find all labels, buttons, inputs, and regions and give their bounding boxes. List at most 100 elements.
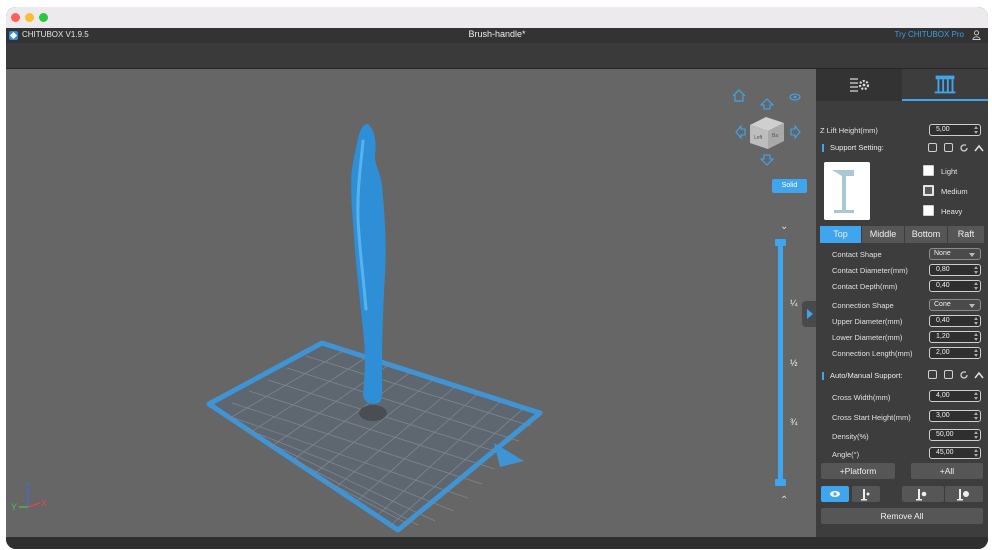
support-panel: Z Lift Height(mm) 5,00 Support Setting: …	[816, 69, 988, 547]
export-settings-icon[interactable]	[944, 143, 953, 152]
rotate-left-arrow[interactable]	[735, 124, 746, 140]
support-setting-header: Support Setting:	[822, 143, 884, 153]
support-tab-icon[interactable]	[902, 69, 988, 101]
plate-front-tab	[494, 443, 524, 467]
medium-density-label: Medium	[941, 187, 968, 196]
axis-gizmo: Z Y X	[11, 482, 47, 512]
show-supports-eye-icon[interactable]	[821, 486, 849, 502]
chevron-down-icon[interactable]: ⌄	[780, 221, 788, 232]
layer-slider-bottom-thumb[interactable]	[775, 479, 786, 486]
model-shadow	[359, 405, 387, 421]
collapse-auto-section-icon[interactable]	[974, 371, 984, 379]
spinner-icon[interactable]	[974, 392, 978, 400]
export-auto-settings-icon[interactable]	[944, 370, 953, 379]
cross-width-label: Cross Width(mm)	[832, 393, 891, 402]
user-icon[interactable]	[972, 30, 981, 40]
app-window: CHITUBOX V1.9.5 Brush-handle* Try CHITUB…	[6, 7, 988, 549]
rotate-up-arrow[interactable]	[759, 98, 775, 110]
connection-length-label: Connection Length(mm)	[832, 349, 913, 358]
cross-width-input[interactable]: 4,00	[929, 390, 981, 402]
heavy-density-checkbox[interactable]	[923, 205, 934, 216]
axis-x-label: X	[41, 498, 47, 508]
import-auto-settings-icon[interactable]	[928, 370, 937, 379]
tab-top[interactable]: Top	[820, 226, 861, 243]
mac-title-bar	[6, 7, 988, 28]
spinner-icon[interactable]	[974, 412, 978, 420]
spinner-icon[interactable]	[974, 349, 978, 357]
density-input[interactable]: 50,00	[929, 429, 981, 441]
panel-tab-bar	[816, 69, 988, 101]
rotate-right-arrow[interactable]	[790, 124, 801, 140]
tab-raft[interactable]: Raft	[948, 226, 984, 243]
axis-y-label: Y	[11, 502, 17, 512]
layer-slider-top-thumb[interactable]	[775, 239, 786, 246]
spinner-icon[interactable]	[974, 317, 978, 325]
minimize-window-button[interactable]	[25, 13, 34, 22]
settings-tab-icon[interactable]	[816, 69, 902, 101]
angle-label: Angle(°)	[832, 450, 860, 459]
reset-settings-icon[interactable]	[959, 143, 969, 153]
spinner-icon[interactable]	[974, 333, 978, 341]
connection-length-input[interactable]: 2,00	[929, 347, 981, 359]
connection-shape-select[interactable]: Cone	[929, 299, 981, 311]
contact-depth-label: Contact Depth(mm)	[832, 282, 898, 291]
z-lift-input[interactable]: 5,00	[929, 124, 981, 136]
3d-viewport[interactable]: Left Ba Solid ⌄ ¼ ½ ¾ ⌃ Z Y X	[6, 69, 816, 547]
solid-view-toggle[interactable]: Solid	[772, 179, 807, 193]
scene-canvas	[206, 123, 543, 533]
home-view-icon[interactable]	[732, 89, 746, 102]
tab-bottom[interactable]: Bottom	[905, 226, 947, 243]
upper-diameter-label: Upper Diameter(mm)	[832, 317, 903, 326]
add-all-support-button[interactable]: +All	[911, 463, 983, 479]
rotate-down-arrow[interactable]	[759, 154, 775, 166]
spinner-icon[interactable]	[974, 449, 978, 457]
spinner-icon[interactable]	[974, 266, 978, 274]
toolbar	[6, 43, 988, 69]
spinner-icon[interactable]	[974, 431, 978, 439]
density-label: Density(%)	[832, 432, 869, 441]
light-density-checkbox[interactable]	[923, 165, 934, 176]
layer-slider[interactable]: ⌄ ¼ ½ ¾ ⌃	[766, 217, 798, 512]
status-bar	[6, 537, 988, 549]
contact-shape-select[interactable]: None	[929, 248, 981, 260]
view-cube[interactable]: Left Ba	[724, 83, 814, 173]
medium-density-checkbox[interactable]	[923, 185, 934, 196]
collapse-section-icon[interactable]	[974, 144, 984, 152]
add-platform-support-button[interactable]: +Platform	[821, 463, 895, 479]
support-preview-image	[824, 162, 870, 220]
zoom-window-button[interactable]	[39, 13, 48, 22]
lower-diameter-input[interactable]: 1,20	[929, 331, 981, 343]
import-settings-icon[interactable]	[928, 143, 937, 152]
tab-middle[interactable]: Middle	[862, 226, 904, 243]
axis-z-label: Z	[25, 482, 31, 492]
angle-input[interactable]: 45,00	[929, 447, 981, 459]
light-support-pin-icon[interactable]	[852, 486, 880, 502]
collapse-panel-button[interactable]	[802, 301, 816, 327]
heavy-density-label: Heavy	[941, 207, 963, 216]
contact-diameter-label: Contact Diameter(mm)	[832, 266, 908, 275]
contact-depth-input[interactable]: 0,40	[929, 280, 981, 292]
app-title-bar: CHITUBOX V1.9.5 Brush-handle* Try CHITUB…	[6, 28, 988, 43]
spinner-icon[interactable]	[974, 282, 978, 290]
layer-slider-track[interactable]	[778, 239, 783, 485]
connection-shape-label: Connection Shape	[832, 301, 894, 310]
auto-manual-header: Auto/Manual Support:	[822, 371, 903, 381]
z-lift-label: Z Lift Height(mm)	[820, 126, 878, 135]
light-density-label: Light	[941, 167, 958, 176]
cross-start-height-input[interactable]: 3,00	[929, 410, 981, 422]
slider-mark-half: ½	[790, 358, 798, 368]
spinner-icon[interactable]	[974, 126, 978, 134]
reset-auto-settings-icon[interactable]	[959, 370, 969, 380]
remove-all-supports-button[interactable]: Remove All	[821, 508, 983, 524]
document-title: Brush-handle*	[468, 29, 526, 39]
svg-text:Ba: Ba	[772, 133, 778, 139]
contact-diameter-input[interactable]: 0,80	[929, 264, 981, 276]
try-pro-link[interactable]: Try CHITUBOX Pro	[895, 30, 964, 39]
medium-support-pin-icon[interactable]	[902, 486, 944, 502]
chevron-up-icon[interactable]: ⌃	[780, 495, 788, 506]
close-window-button[interactable]	[11, 13, 20, 22]
slider-mark-three-quarter: ¾	[790, 417, 798, 427]
lower-diameter-label: Lower Diameter(mm)	[832, 333, 903, 342]
upper-diameter-input[interactable]: 0,40	[929, 315, 981, 327]
heavy-support-pin-icon[interactable]	[945, 486, 983, 502]
